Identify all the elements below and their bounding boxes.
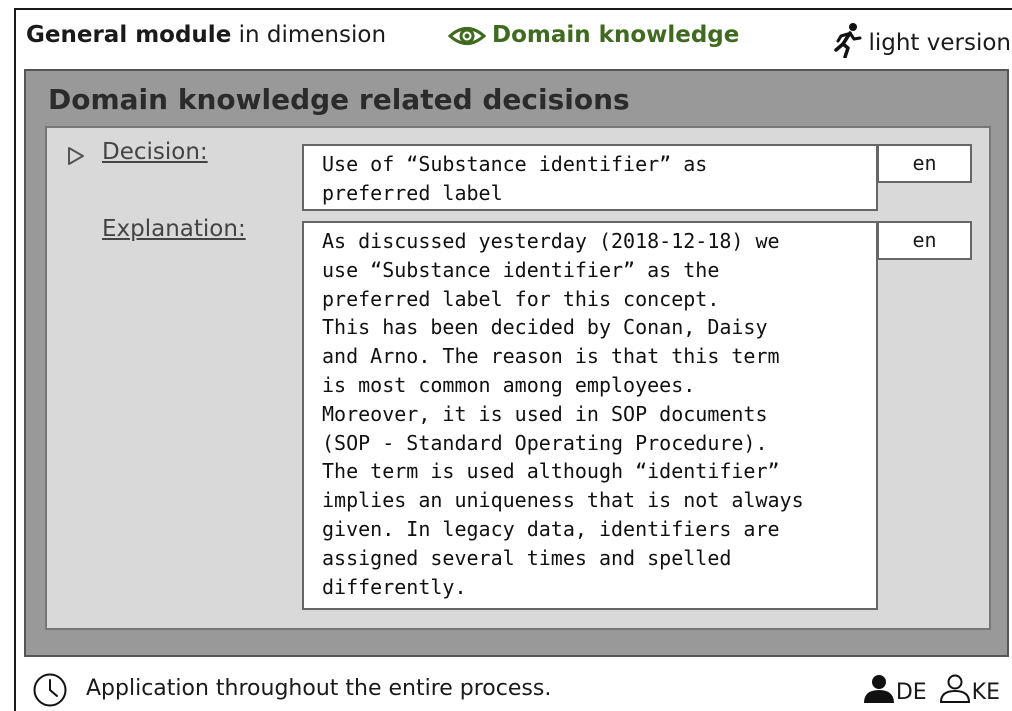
runner-icon <box>834 23 862 59</box>
dimension-label: Domain knowledge <box>492 22 740 48</box>
module-heading: General module in dimension <box>26 22 386 48</box>
module-dimension-prefix: in dimension <box>231 22 387 48</box>
explanation-label[interactable]: Explanation: <box>102 216 246 242</box>
version-label: ight version <box>874 30 1011 56</box>
footer: Application throughout the entire proces… <box>0 672 1012 708</box>
explanation-text-field[interactable]: As discussed yesterday (2018-12-18) we u… <box>302 221 878 610</box>
triangle-right-icon[interactable] <box>67 146 85 166</box>
header: General module in dimension Domain knowl… <box>26 22 1011 59</box>
version-toggle[interactable]: light version <box>832 22 1011 59</box>
role-primary: DE <box>895 680 927 705</box>
module-name: General module <box>26 22 232 48</box>
decision-entry: Decision: Use of “Substance identifier” … <box>45 126 991 630</box>
dimension-link[interactable]: Domain knowledge <box>447 22 740 48</box>
clock-icon <box>33 673 67 707</box>
decision-text-field[interactable]: Use of “Substance identifier” as preferr… <box>302 144 878 211</box>
person-filled-icon <box>863 675 894 703</box>
roles: DE KE <box>862 674 1004 705</box>
decision-label[interactable]: Decision: <box>102 139 208 165</box>
decisions-panel: Domain knowledge related decisions Decis… <box>24 69 1009 657</box>
decision-language-field[interactable]: en <box>877 144 972 183</box>
person-outline-icon <box>939 674 970 703</box>
application-scope-text: Application throughout the entire proces… <box>86 676 552 701</box>
explanation-language-field[interactable]: en <box>877 221 972 260</box>
panel-title: Domain knowledge related decisions <box>48 83 630 116</box>
frame-left-border <box>14 8 16 711</box>
frame-top-border <box>14 8 1012 10</box>
eye-icon <box>447 27 487 45</box>
role-secondary: KE <box>971 680 1000 705</box>
